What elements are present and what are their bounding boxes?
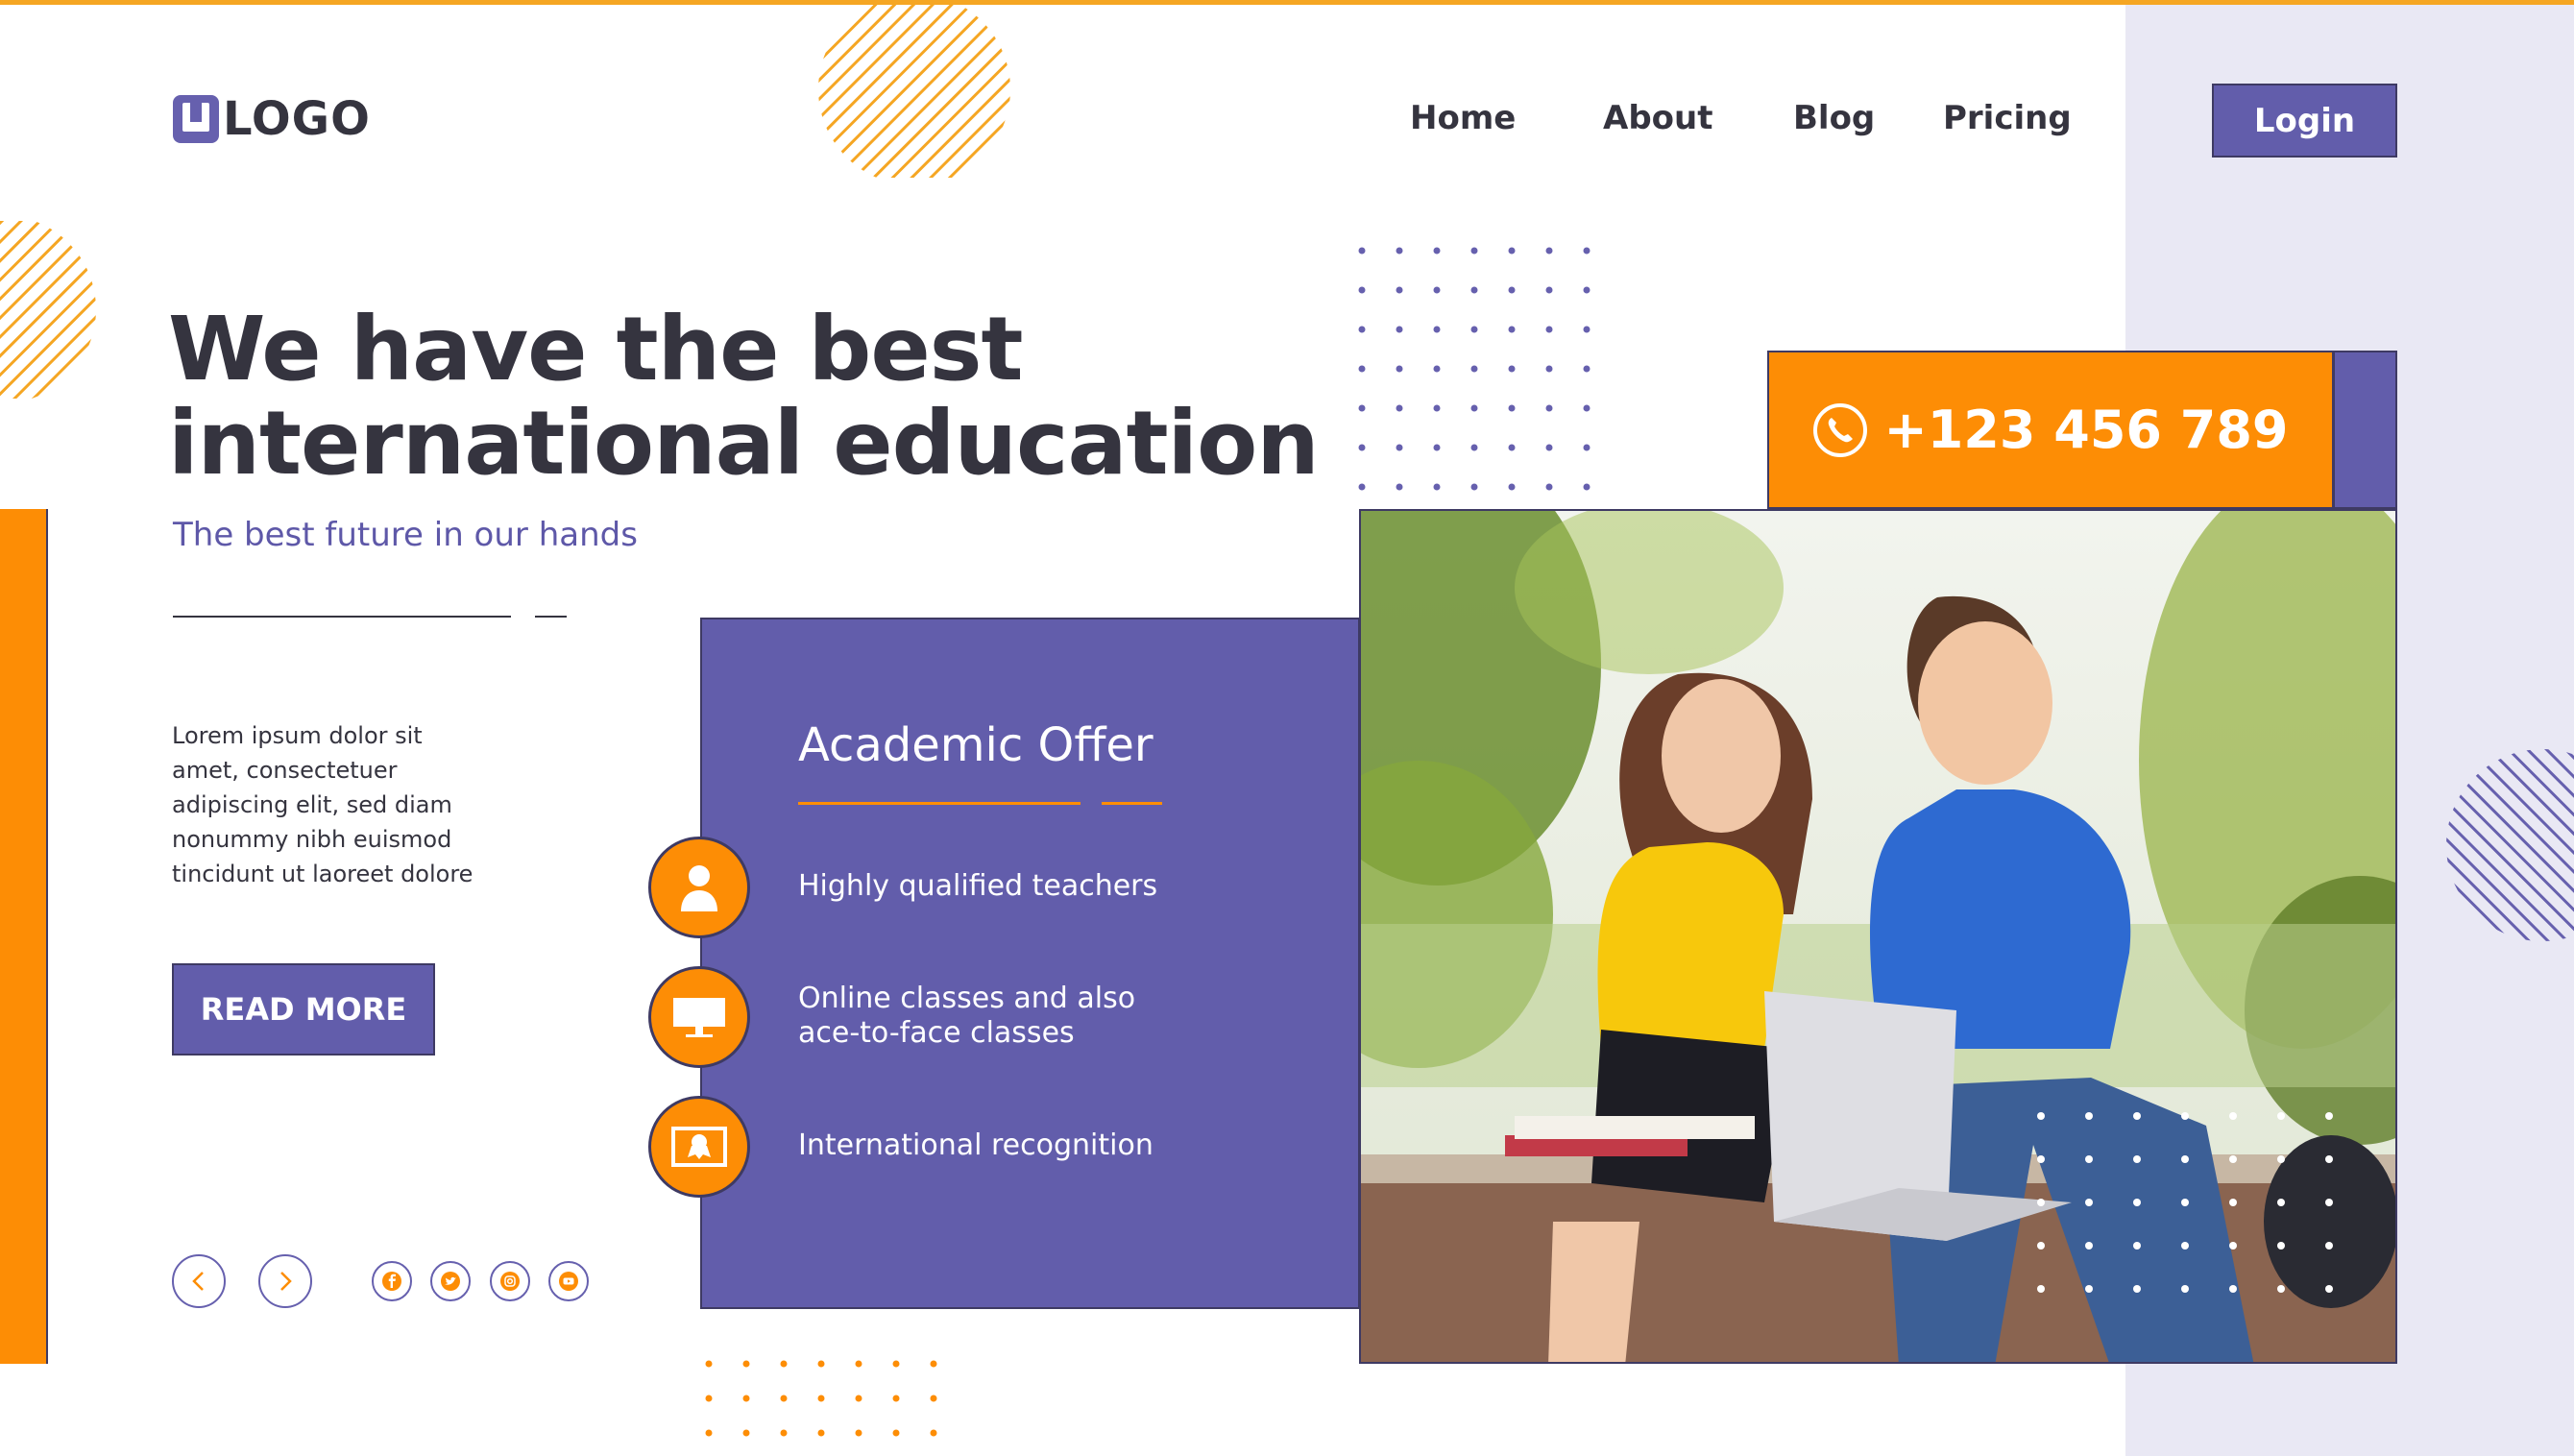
monitor-icon <box>673 998 725 1037</box>
phone-contact[interactable]: +123 456 789 <box>1767 351 2334 509</box>
instagram-icon <box>500 1272 520 1291</box>
orange-dot-grid-bottom <box>696 1354 946 1450</box>
offer-title: Academic Offer <box>798 718 1153 772</box>
left-orange-bar <box>0 509 48 1364</box>
headline-line-2: international education <box>168 392 1320 495</box>
feature-icon-badge <box>648 966 750 1068</box>
youtube-button[interactable] <box>548 1261 589 1301</box>
logo-text: LOGO <box>223 92 371 146</box>
headline: We have the best international education <box>168 303 1321 491</box>
teacher-icon <box>681 865 717 911</box>
feature-text: Highly qualified teachers <box>798 869 1202 904</box>
headline-line-1: We have the best <box>168 298 1024 400</box>
chevron-left-icon <box>192 1272 204 1291</box>
striped-half-circle-left <box>0 221 96 399</box>
twitter-icon <box>441 1272 460 1291</box>
divider-long <box>173 616 511 618</box>
logo[interactable]: LOGO <box>173 92 371 146</box>
intro-line: tincidunt ut laoreet dolore <box>172 861 474 887</box>
feature-text: Online classes and also ace-to-face clas… <box>798 982 1202 1051</box>
twitter-button[interactable] <box>430 1261 471 1301</box>
phone-accent-block <box>2333 351 2397 509</box>
striped-circle-right <box>2446 749 2574 941</box>
instagram-button[interactable] <box>490 1261 530 1301</box>
certificate-icon <box>671 1127 727 1167</box>
feature-line: ace-to-face classes <box>798 1016 1075 1050</box>
feature-text: International recognition <box>798 1128 1202 1163</box>
offer-divider-long <box>798 802 1081 805</box>
youtube-icon <box>559 1272 578 1291</box>
facebook-button[interactable] <box>372 1261 412 1301</box>
intro-line: nonummy nibh euismod <box>172 826 452 853</box>
intro-line: Lorem ipsum dolor sit <box>172 722 423 749</box>
intro-paragraph: Lorem ipsum dolor sit amet, consectetuer… <box>172 718 498 891</box>
nav-home[interactable]: Home <box>1410 99 1516 137</box>
feature-icon-badge <box>648 1096 750 1198</box>
phone-icon <box>1813 402 1868 457</box>
next-button[interactable] <box>258 1254 312 1308</box>
read-more-button[interactable]: READ MORE <box>172 963 435 1056</box>
purple-dot-grid <box>1349 245 1599 495</box>
feature-line: International recognition <box>798 1128 1153 1162</box>
facebook-icon <box>382 1272 401 1291</box>
striped-circle-decoration <box>818 5 1010 178</box>
nav-about[interactable]: About <box>1603 99 1712 137</box>
offer-divider-short <box>1102 802 1162 805</box>
divider-short <box>535 616 567 618</box>
feature-line: Highly qualified teachers <box>798 869 1158 903</box>
login-button[interactable]: Login <box>2212 84 2397 158</box>
chevron-right-icon <box>280 1272 292 1291</box>
logo-mark-icon <box>173 95 219 143</box>
intro-line: amet, consectetuer <box>172 757 398 784</box>
nav-blog[interactable]: Blog <box>1793 99 1875 137</box>
intro-line: adipiscing elit, sed diam <box>172 791 452 818</box>
phone-number: +123 456 789 <box>1883 400 2289 460</box>
subheadline: The best future in our hands <box>173 516 638 554</box>
feature-icon-badge <box>648 837 750 938</box>
students-photo <box>1359 509 2397 1364</box>
nav-pricing[interactable]: Pricing <box>1943 99 2072 137</box>
students-illustration <box>1361 511 2395 1362</box>
feature-line: Online classes and also <box>798 982 1136 1015</box>
prev-button[interactable] <box>172 1254 226 1308</box>
